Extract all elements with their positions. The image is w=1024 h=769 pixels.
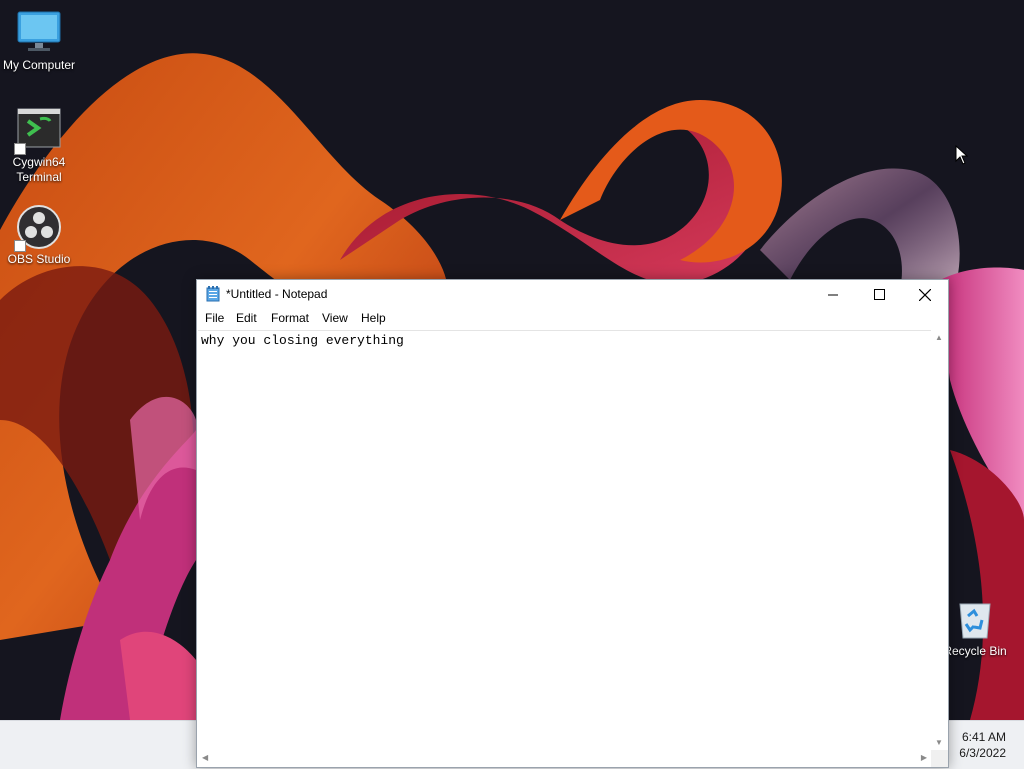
vertical-scrollbar[interactable]: ▲ ▼ (931, 330, 948, 750)
scrollbar-corner (931, 750, 948, 767)
close-icon (919, 288, 931, 301)
scroll-up-icon[interactable]: ▲ (935, 333, 943, 342)
desktop-icon-label: My Computer (2, 58, 76, 72)
menu-edit[interactable]: Edit (233, 311, 260, 325)
text-editor[interactable]: why you closing everything (198, 330, 931, 750)
minimize-button[interactable] (810, 280, 856, 309)
desktop-icon-my-computer[interactable]: My Computer (0, 10, 78, 73)
clock-date: 6/3/2022 (959, 746, 1006, 760)
notepad-window: *Untitled - Notepad File Edit Format Vie… (196, 279, 949, 768)
mouse-cursor-icon (955, 145, 969, 165)
shortcut-arrow-icon (14, 143, 26, 155)
shortcut-arrow-icon (14, 240, 26, 252)
recycle-bin-icon (952, 596, 998, 642)
menu-bar: File Edit Format View Help (197, 309, 948, 329)
window-title: *Untitled - Notepad (226, 287, 328, 301)
desktop-icon-obs[interactable]: OBS Studio (0, 204, 78, 267)
menu-view[interactable]: View (319, 311, 351, 325)
scroll-right-icon[interactable]: ▶ (921, 753, 927, 762)
maximize-button[interactable] (856, 280, 902, 309)
scroll-down-icon[interactable]: ▼ (935, 738, 943, 747)
menu-file[interactable]: File (202, 311, 227, 325)
editor-content: why you closing everything (201, 333, 404, 348)
horizontal-scrollbar[interactable]: ◀ ▶ (198, 750, 931, 767)
notepad-icon (206, 286, 220, 302)
title-bar[interactable]: *Untitled - Notepad (197, 280, 948, 309)
desktop-icon-label: Cygwin64 Terminal (12, 155, 66, 184)
monitor-icon (16, 10, 62, 56)
minimize-icon (828, 294, 838, 295)
desktop-icon-label: OBS Studio (7, 252, 71, 266)
obs-icon (14, 204, 62, 252)
scroll-left-icon[interactable]: ◀ (202, 753, 208, 762)
menu-help[interactable]: Help (358, 311, 389, 325)
clock-time: 6:41 AM (961, 730, 1006, 744)
terminal-icon (14, 107, 62, 155)
menu-format[interactable]: Format (268, 311, 312, 325)
desktop-icon-cygwin[interactable]: Cygwin64 Terminal (0, 107, 78, 185)
system-clock[interactable]: 6:41 AM 6/3/2022 (959, 729, 1006, 761)
maximize-icon (873, 289, 885, 300)
close-button[interactable] (902, 280, 948, 309)
